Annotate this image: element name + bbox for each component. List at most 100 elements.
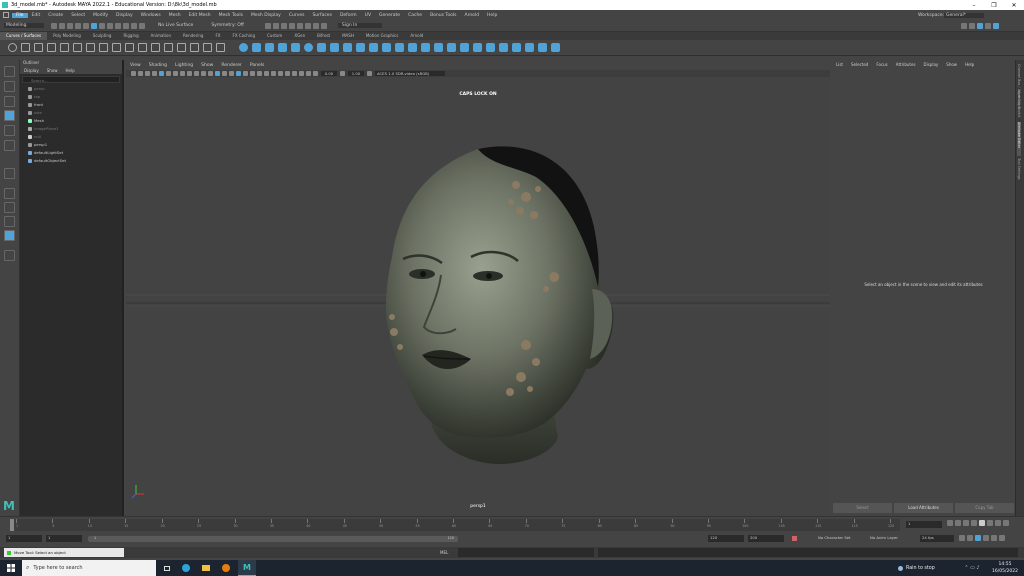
snap-curve-icon[interactable] xyxy=(123,22,129,29)
shadows-icon[interactable] xyxy=(250,71,255,76)
workspace-select[interactable]: General* xyxy=(944,12,984,18)
toggle-attribute-editor-icon[interactable] xyxy=(969,22,975,29)
character-icon[interactable] xyxy=(999,535,1005,541)
nurbs-torus-icon[interactable] xyxy=(304,43,313,52)
mode-select[interactable]: Modeling xyxy=(4,23,44,28)
outliner-item-defaultlightset[interactable]: defaultLightSet xyxy=(20,149,122,157)
nurbs-cube-icon[interactable] xyxy=(252,43,261,52)
film-gate-icon[interactable] xyxy=(166,71,171,76)
outliner-search-input[interactable]: Search... xyxy=(22,76,120,83)
step-back-frame-icon[interactable] xyxy=(963,520,969,526)
fillet-curve-icon[interactable] xyxy=(164,43,173,52)
resolution-gate-icon[interactable] xyxy=(173,71,178,76)
snap-point-icon[interactable] xyxy=(131,22,137,29)
menu-edit-mesh[interactable]: Edit Mesh xyxy=(185,13,215,18)
tab-animation[interactable]: Animation xyxy=(145,32,177,40)
menu-file[interactable]: File xyxy=(12,12,28,18)
time-slider[interactable]: 1 5 10 15 20 25 30 35 40 45 50 55 60 65 70 75 80 85 90 95 10… xyxy=(0,516,1024,532)
open-close-surface-icon[interactable] xyxy=(499,43,508,52)
sign-in-button[interactable]: Sign In xyxy=(337,23,382,28)
menu-surfaces[interactable]: Surfaces xyxy=(308,13,336,18)
attach-curve-icon[interactable] xyxy=(112,43,121,52)
grid-icon[interactable] xyxy=(159,71,164,76)
menu-uv[interactable]: UV xyxy=(361,13,375,18)
ipr-render-icon[interactable] xyxy=(272,22,279,29)
bevel-plus-icon[interactable] xyxy=(408,43,417,52)
outliner-item-side[interactable]: side xyxy=(20,109,122,117)
sound-icon[interactable] xyxy=(967,535,973,541)
nurbs-circle-icon[interactable] xyxy=(8,43,17,52)
tab-rigging[interactable]: Rigging xyxy=(117,32,144,40)
extend-surface-icon[interactable] xyxy=(525,43,534,52)
menu-windows[interactable]: Windows xyxy=(137,13,165,18)
reverse-curve-icon[interactable] xyxy=(177,43,186,52)
menu-help[interactable]: Help xyxy=(483,13,501,18)
pencil-curve-icon[interactable] xyxy=(73,43,82,52)
nurbs-sphere-icon[interactable] xyxy=(239,43,248,52)
attr-menu-list[interactable]: List xyxy=(832,62,847,67)
search-icon[interactable] xyxy=(4,250,15,261)
arnold-material-icon[interactable] xyxy=(320,22,327,29)
viewport-menu-show[interactable]: Show xyxy=(197,63,217,68)
viewport-panel[interactable]: View Shading Lighting Show Renderer Panels 0.… xyxy=(126,60,830,516)
tab-fx-caching[interactable]: FX Caching xyxy=(227,32,261,40)
close-button[interactable]: ✕ xyxy=(1004,0,1024,10)
weather-widget[interactable]: Rain to stop xyxy=(898,560,958,576)
cache-icon[interactable] xyxy=(975,535,981,541)
attr-menu-show[interactable]: Show xyxy=(942,62,961,67)
smooth-shade-icon[interactable] xyxy=(215,71,220,76)
tab-sculpting[interactable]: Sculpting xyxy=(87,32,118,40)
range-slider[interactable]: 1 120 xyxy=(88,536,458,542)
edge-browser-icon[interactable] xyxy=(178,560,194,576)
tab-rendering[interactable]: Rendering xyxy=(177,32,209,40)
attr-menu-display[interactable]: Display xyxy=(920,62,943,67)
undo-icon[interactable] xyxy=(75,22,81,29)
copy-tab-button[interactable]: Copy Tab xyxy=(955,503,1014,513)
safe-action-icon[interactable] xyxy=(194,71,199,76)
cv-curve-icon[interactable] xyxy=(47,43,56,52)
taskbar-search-input[interactable]: ⌕ Type here to search xyxy=(22,560,156,576)
outliner-item-persp1[interactable]: persp1 xyxy=(20,141,122,149)
anim-layer-select[interactable]: No Anim Layer xyxy=(870,535,916,542)
scale-tool-icon[interactable] xyxy=(4,140,15,151)
menu-curves[interactable]: Curves xyxy=(285,13,309,18)
trim-tool-icon[interactable] xyxy=(447,43,456,52)
outliner-item-mesh[interactable]: Mesh xyxy=(20,117,122,125)
viewport-menu-shading[interactable]: Shading xyxy=(145,63,171,68)
extrude-icon[interactable] xyxy=(356,43,365,52)
load-attributes-button[interactable]: Load Attributes xyxy=(894,503,953,513)
end-time-field[interactable]: 200 xyxy=(748,535,784,542)
cut-curve-icon[interactable] xyxy=(203,43,212,52)
render-icon[interactable] xyxy=(264,22,271,29)
outliner-item-persp[interactable]: persp xyxy=(20,85,122,93)
gamma-value[interactable]: 1.00 xyxy=(348,71,364,76)
rebuild-surface-icon[interactable] xyxy=(538,43,547,52)
outliner-item-front[interactable]: front xyxy=(20,101,122,109)
use-all-lights-icon[interactable] xyxy=(243,71,248,76)
menu-bonus-tools[interactable]: Bonus Tools xyxy=(426,13,460,18)
go-to-end-icon[interactable] xyxy=(1003,520,1009,526)
menu-cache[interactable]: Cache xyxy=(404,13,426,18)
outliner-item-defaultobjectset[interactable]: defaultObjectSet xyxy=(20,157,122,165)
curve-tool-icon[interactable] xyxy=(216,43,225,52)
planar-icon[interactable] xyxy=(343,43,352,52)
insert-isoparm-icon[interactable] xyxy=(512,43,521,52)
play-forwards-icon[interactable] xyxy=(979,520,985,526)
rotate-tool-icon[interactable] xyxy=(4,125,15,136)
exposure-value[interactable]: 0.00 xyxy=(321,71,337,76)
current-frame-field[interactable]: 1 xyxy=(906,521,942,528)
menu-display[interactable]: Display xyxy=(112,13,137,18)
tab-fx[interactable]: FX xyxy=(209,32,226,40)
intersect-surface-icon[interactable] xyxy=(421,43,430,52)
xray-components-icon[interactable] xyxy=(306,71,311,76)
menu-mesh[interactable]: Mesh xyxy=(165,13,185,18)
maximize-button[interactable]: ❐ xyxy=(984,0,1004,10)
arc-curve-icon[interactable] xyxy=(86,43,95,52)
tab-curves-surfaces[interactable]: Curves / Surfaces xyxy=(0,32,48,40)
menu-mesh-display[interactable]: Mesh Display xyxy=(247,13,285,18)
persp-graph-layout-icon[interactable] xyxy=(4,230,15,241)
single-perspective-view-icon[interactable] xyxy=(4,188,15,199)
fps-select[interactable]: 24 fps xyxy=(920,535,954,542)
hypershade-icon[interactable] xyxy=(288,22,295,29)
anti-aliasing-icon[interactable] xyxy=(271,71,276,76)
